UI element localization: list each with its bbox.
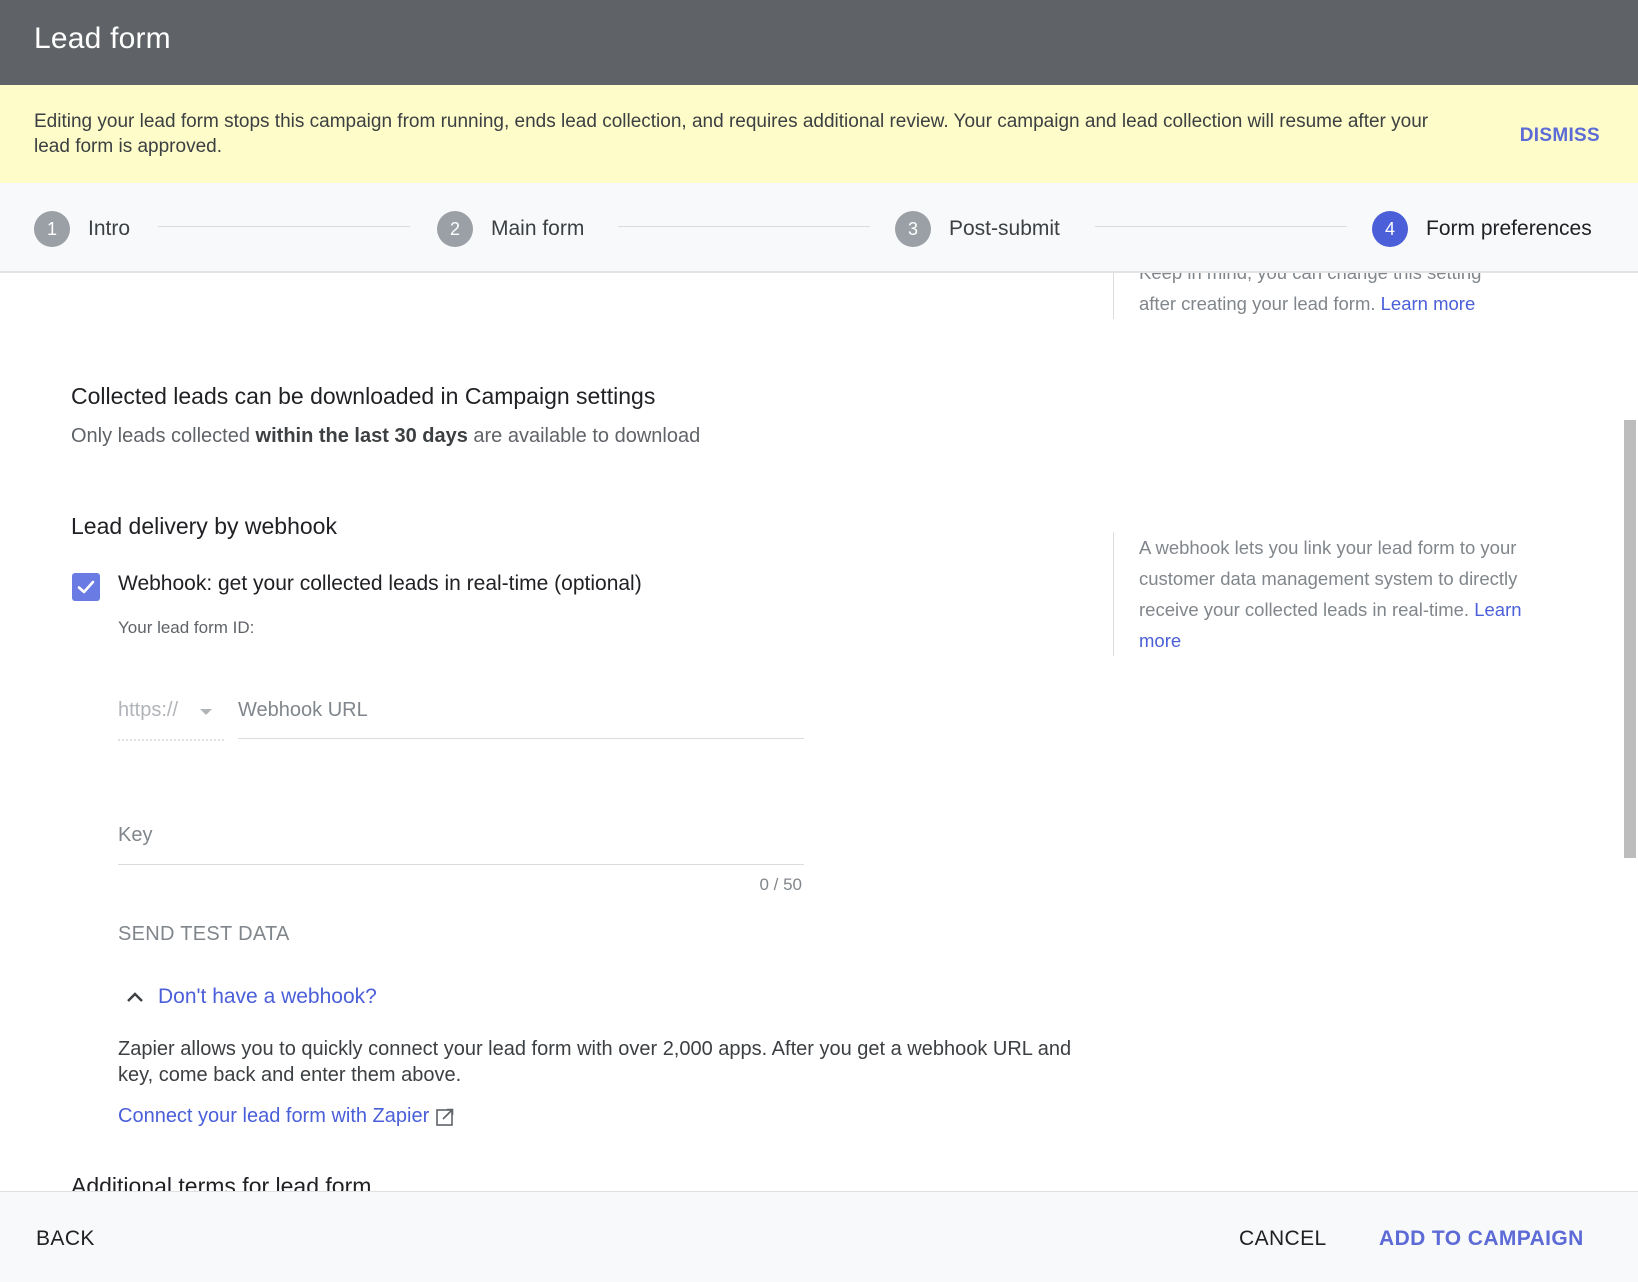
dialog-footer: BACK CANCEL ADD TO CAMPAIGN [0,1191,1638,1282]
chevron-up-icon [127,992,143,1002]
step-label: Main form [491,217,585,240]
zapier-description: Zapier allows you to quickly connect you… [118,1038,1072,1086]
protocol-underline [118,739,224,741]
learn-more-link[interactable]: Learn more [1381,293,1476,314]
subtext-prefix: Only leads collected [71,425,256,447]
top-side-note: Keep in mind, you can change this settin… [1113,273,1553,319]
banner-message: Editing your lead form stops this campai… [34,111,1429,157]
protocol-value: https:// [118,699,179,721]
step-number: 1 [34,211,70,247]
download-subtext: Only leads collected within the last 30 … [71,425,700,448]
arrow-drop-down-icon [200,709,212,715]
webhook-checkbox-label[interactable]: Webhook: get your collected leads in rea… [118,572,642,596]
webhook-checkbox[interactable] [72,573,100,601]
cancel-button[interactable]: CANCEL [1239,1227,1327,1251]
step-label: Form preferences [1426,217,1592,240]
step-connector [618,226,870,227]
no-webhook-toggle[interactable]: Don't have a webhook? [124,985,377,1009]
webhook-side-note-text: A webhook lets you link your lead form t… [1139,537,1518,620]
webhook-side-note: A webhook lets you link your lead form t… [1113,532,1553,656]
key-char-counter: 0 / 50 [759,875,802,894]
subtext-bold: within the last 30 days [255,425,468,447]
open-in-new-icon [436,1108,454,1126]
dismiss-button[interactable]: DISMISS [1520,125,1600,147]
checkmark-icon [77,580,95,594]
step-label: Intro [88,217,131,240]
lead-form-id-label: Your lead form ID: [118,618,255,637]
download-heading: Collected leads can be downloaded in Cam… [71,383,656,409]
top-note-line1: Keep in mind, you can change this settin… [1139,273,1553,288]
step-main-form[interactable]: 2 Main form [437,210,584,248]
key-placeholder: Key [118,824,153,846]
protocol-select[interactable]: https:// [118,699,224,731]
zapier-link[interactable]: Connect your lead form with Zapier [118,1105,455,1128]
scrollbar-thumb[interactable] [1624,420,1636,858]
step-connector [1095,226,1347,227]
webhook-url-input[interactable]: Webhook URL [238,693,804,737]
webhook-url-placeholder: Webhook URL [238,699,368,721]
step-connector [158,226,410,227]
top-note-line2: after creating your lead form. [1139,293,1376,314]
step-post-submit[interactable]: 3 Post-submit [895,210,1060,248]
step-number: 4 [1372,211,1408,247]
subtext-suffix: are available to download [467,425,701,447]
no-webhook-label: Don't have a webhook? [158,985,377,1008]
step-label: Post-submit [949,217,1060,240]
stepper: 1 Intro 2 Main form 3 Post-submit 4 Form… [0,183,1638,273]
zapier-link-label: Connect your lead form with Zapier [118,1105,430,1127]
back-button[interactable]: BACK [36,1227,95,1251]
add-to-campaign-button[interactable]: ADD TO CAMPAIGN [1379,1227,1584,1251]
warning-banner: Editing your lead form stops this campai… [0,85,1638,183]
additional-terms-heading: Additional terms for lead form [71,1173,372,1191]
key-underline [118,864,804,865]
step-intro[interactable]: 1 Intro [34,210,130,248]
dialog-title: Lead form [34,22,171,55]
webhook-heading: Lead delivery by webhook [71,513,337,539]
step-form-preferences[interactable]: 4 Form preferences [1372,210,1592,248]
key-input[interactable]: Key [118,818,804,862]
form-content: Keep in mind, you can change this settin… [0,273,1638,1191]
step-number: 3 [895,211,931,247]
send-test-data-button[interactable]: SEND TEST DATA [118,923,290,946]
webhook-url-underline [238,738,804,739]
dialog-header: Lead form [0,0,1638,85]
step-number: 2 [437,211,473,247]
